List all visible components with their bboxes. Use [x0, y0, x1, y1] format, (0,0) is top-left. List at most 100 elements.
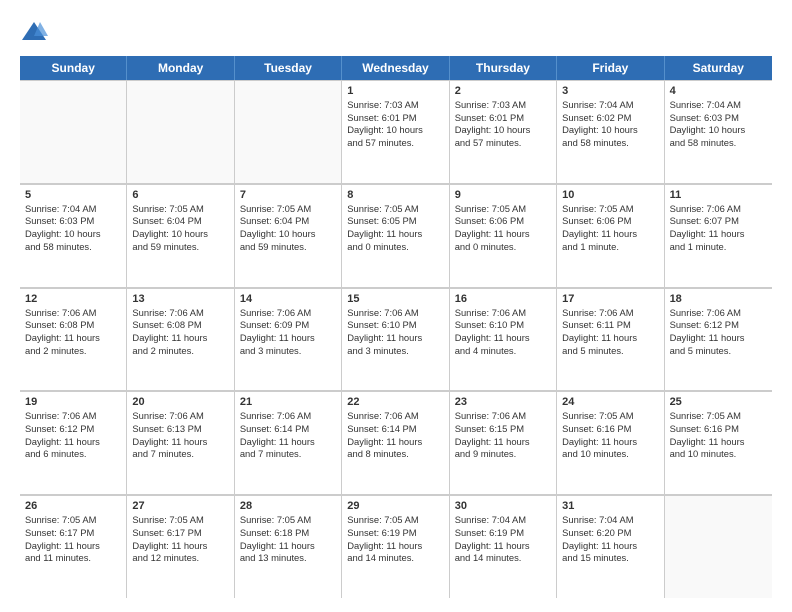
- day-info: Sunrise: 7:06 AMSunset: 6:07 PMDaylight:…: [670, 203, 767, 254]
- calendar: SundayMondayTuesdayWednesdayThursdayFrid…: [20, 56, 772, 598]
- day-number: 15: [347, 293, 443, 305]
- calendar-cell: 25Sunrise: 7:05 AMSunset: 6:16 PMDayligh…: [665, 392, 772, 494]
- calendar-week-2: 5Sunrise: 7:04 AMSunset: 6:03 PMDaylight…: [20, 184, 772, 288]
- calendar-cell: 14 Sunrise: 7:06 AMSunset: 6:09 PMDayligh…: [235, 289, 342, 391]
- day-info: Sunrise: 7:04 AMSunset: 6:03 PMDaylight:…: [25, 203, 121, 254]
- day-header-monday: Monday: [127, 56, 234, 80]
- day-info: Sunrise: 7:06 AMSunset: 6:14 PMDaylight:…: [347, 410, 443, 461]
- day-number: 19: [25, 396, 121, 408]
- calendar-cell: 28 Sunrise: 7:05 AMSunset: 6:18 PMDayligh…: [235, 496, 342, 598]
- day-info: Sunrise: 7:06 AMSunset: 6:09 PMDaylight:…: [240, 307, 336, 358]
- day-number: 20: [132, 396, 228, 408]
- day-info: Sunrise: 7:05 AMSunset: 6:06 PMDaylight:…: [455, 203, 551, 254]
- calendar-cell: 5Sunrise: 7:04 AMSunset: 6:03 PMDaylight…: [20, 185, 127, 287]
- calendar-cell: 19 Sunrise: 7:06 AMSunset: 6:12 PMDayligh…: [20, 392, 127, 494]
- day-info: Sunrise: 7:05 AMSunset: 6:17 PMDaylight:…: [25, 514, 121, 565]
- day-info: Sunrise: 7:05 AMSunset: 6:04 PMDaylight:…: [240, 203, 336, 254]
- calendar-cell: 2 Sunrise: 7:03 AMSunset: 6:01 PMDaylight…: [450, 81, 557, 183]
- day-info: Sunrise: 7:03 AMSunset: 6:01 PMDaylight:…: [455, 99, 551, 150]
- calendar-week-4: 19 Sunrise: 7:06 AMSunset: 6:12 PMDayligh…: [20, 391, 772, 495]
- day-info: Sunrise: 7:05 AMSunset: 6:16 PMDaylight:…: [670, 410, 767, 461]
- calendar-week-3: 12Sunrise: 7:06 AMSunset: 6:08 PMDayligh…: [20, 288, 772, 392]
- day-number: 11: [670, 189, 767, 201]
- day-info: Sunrise: 7:05 AMSunset: 6:17 PMDaylight:…: [132, 514, 228, 565]
- calendar-cell: 8 Sunrise: 7:05 AMSunset: 6:05 PMDaylight…: [342, 185, 449, 287]
- day-info: Sunrise: 7:06 AMSunset: 6:08 PMDaylight:…: [25, 307, 121, 358]
- day-number: 2: [455, 85, 551, 97]
- calendar-cell: [665, 496, 772, 598]
- day-info: Sunrise: 7:06 AMSunset: 6:11 PMDaylight:…: [562, 307, 658, 358]
- calendar-cell: 27 Sunrise: 7:05 AMSunset: 6:17 PMDayligh…: [127, 496, 234, 598]
- calendar-week-5: 26 Sunrise: 7:05 AMSunset: 6:17 PMDayligh…: [20, 495, 772, 598]
- day-number: 21: [240, 396, 336, 408]
- day-number: 8: [347, 189, 443, 201]
- day-number: 4: [670, 85, 767, 97]
- logo-icon: [20, 18, 48, 46]
- calendar-cell: 23Sunrise: 7:06 AMSunset: 6:15 PMDayligh…: [450, 392, 557, 494]
- calendar-cell: 15 Sunrise: 7:06 AMSunset: 6:10 PMDayligh…: [342, 289, 449, 391]
- day-header-tuesday: Tuesday: [235, 56, 342, 80]
- day-info: Sunrise: 7:06 AMSunset: 6:12 PMDaylight:…: [25, 410, 121, 461]
- day-number: 16: [455, 293, 551, 305]
- calendar-cell: 3 Sunrise: 7:04 AMSunset: 6:02 PMDaylight…: [557, 81, 664, 183]
- calendar-cell: 29Sunrise: 7:05 AMSunset: 6:19 PMDayligh…: [342, 496, 449, 598]
- day-number: 9: [455, 189, 551, 201]
- day-number: 18: [670, 293, 767, 305]
- day-info: Sunrise: 7:04 AMSunset: 6:19 PMDaylight:…: [455, 514, 551, 565]
- day-number: 28: [240, 500, 336, 512]
- calendar-cell: 20 Sunrise: 7:06 AMSunset: 6:13 PMDayligh…: [127, 392, 234, 494]
- day-number: 26: [25, 500, 121, 512]
- calendar-cell: 10Sunrise: 7:05 AMSunset: 6:06 PMDayligh…: [557, 185, 664, 287]
- calendar-cell: 17 Sunrise: 7:06 AMSunset: 6:11 PMDayligh…: [557, 289, 664, 391]
- day-number: 30: [455, 500, 551, 512]
- day-info: Sunrise: 7:06 AMSunset: 6:10 PMDaylight:…: [347, 307, 443, 358]
- calendar-cell: 30 Sunrise: 7:04 AMSunset: 6:19 PMDayligh…: [450, 496, 557, 598]
- day-number: 14: [240, 293, 336, 305]
- day-info: Sunrise: 7:05 AMSunset: 6:16 PMDaylight:…: [562, 410, 658, 461]
- day-number: 27: [132, 500, 228, 512]
- day-info: Sunrise: 7:06 AMSunset: 6:08 PMDaylight:…: [132, 307, 228, 358]
- page-header: [20, 18, 772, 46]
- day-number: 3: [562, 85, 658, 97]
- calendar-cell: 24 Sunrise: 7:05 AMSunset: 6:16 PMDayligh…: [557, 392, 664, 494]
- day-info: Sunrise: 7:04 AMSunset: 6:03 PMDaylight:…: [670, 99, 767, 150]
- calendar-cell: 1Sunrise: 7:03 AMSunset: 6:01 PMDaylight…: [342, 81, 449, 183]
- calendar-cell: [20, 81, 127, 183]
- logo: [20, 18, 52, 46]
- day-number: 22: [347, 396, 443, 408]
- calendar-cell: 6 Sunrise: 7:05 AMSunset: 6:04 PMDaylight…: [127, 185, 234, 287]
- calendar-cell: [235, 81, 342, 183]
- day-number: 7: [240, 189, 336, 201]
- day-number: 6: [132, 189, 228, 201]
- calendar-cell: 16 Sunrise: 7:06 AMSunset: 6:10 PMDayligh…: [450, 289, 557, 391]
- calendar-body: 1Sunrise: 7:03 AMSunset: 6:01 PMDaylight…: [20, 80, 772, 598]
- day-header-wednesday: Wednesday: [342, 56, 449, 80]
- calendar-cell: 7 Sunrise: 7:05 AMSunset: 6:04 PMDaylight…: [235, 185, 342, 287]
- day-number: 23: [455, 396, 551, 408]
- day-info: Sunrise: 7:05 AMSunset: 6:05 PMDaylight:…: [347, 203, 443, 254]
- calendar-cell: [127, 81, 234, 183]
- day-number: 24: [562, 396, 658, 408]
- day-number: 29: [347, 500, 443, 512]
- day-info: Sunrise: 7:05 AMSunset: 6:18 PMDaylight:…: [240, 514, 336, 565]
- day-info: Sunrise: 7:05 AMSunset: 6:04 PMDaylight:…: [132, 203, 228, 254]
- day-info: Sunrise: 7:04 AMSunset: 6:02 PMDaylight:…: [562, 99, 658, 150]
- day-info: Sunrise: 7:06 AMSunset: 6:10 PMDaylight:…: [455, 307, 551, 358]
- calendar-cell: 12Sunrise: 7:06 AMSunset: 6:08 PMDayligh…: [20, 289, 127, 391]
- calendar-cell: 26 Sunrise: 7:05 AMSunset: 6:17 PMDayligh…: [20, 496, 127, 598]
- day-header-sunday: Sunday: [20, 56, 127, 80]
- calendar-cell: 22 Sunrise: 7:06 AMSunset: 6:14 PMDayligh…: [342, 392, 449, 494]
- day-info: Sunrise: 7:06 AMSunset: 6:14 PMDaylight:…: [240, 410, 336, 461]
- day-number: 17: [562, 293, 658, 305]
- calendar-page: SundayMondayTuesdayWednesdayThursdayFrid…: [0, 0, 792, 612]
- day-info: Sunrise: 7:06 AMSunset: 6:13 PMDaylight:…: [132, 410, 228, 461]
- day-header-thursday: Thursday: [450, 56, 557, 80]
- calendar-cell: 21 Sunrise: 7:06 AMSunset: 6:14 PMDayligh…: [235, 392, 342, 494]
- calendar-cell: 18 Sunrise: 7:06 AMSunset: 6:12 PMDayligh…: [665, 289, 772, 391]
- calendar-cell: 9 Sunrise: 7:05 AMSunset: 6:06 PMDaylight…: [450, 185, 557, 287]
- calendar-cell: 4 Sunrise: 7:04 AMSunset: 6:03 PMDaylight…: [665, 81, 772, 183]
- day-info: Sunrise: 7:06 AMSunset: 6:12 PMDaylight:…: [670, 307, 767, 358]
- calendar-cell: 13Sunrise: 7:06 AMSunset: 6:08 PMDayligh…: [127, 289, 234, 391]
- calendar-cell: 31Sunrise: 7:04 AMSunset: 6:20 PMDayligh…: [557, 496, 664, 598]
- day-number: 10: [562, 189, 658, 201]
